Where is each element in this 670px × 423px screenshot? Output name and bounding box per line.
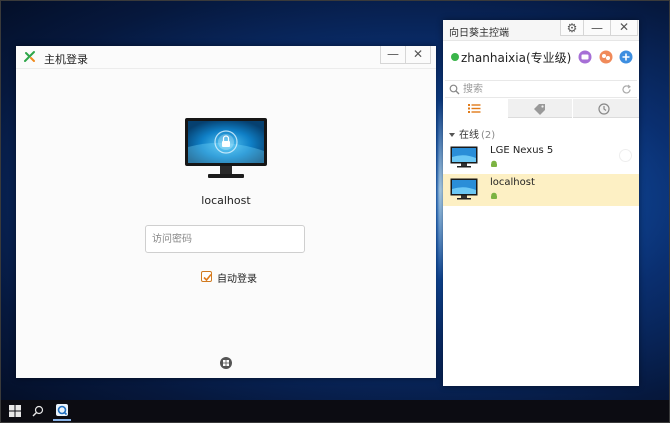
taskbar	[0, 400, 670, 423]
device-row-localhost[interactable]: localhost	[443, 174, 639, 206]
refresh-icon[interactable]	[621, 84, 632, 95]
windows-start-icon[interactable]	[9, 405, 21, 417]
tab-history[interactable]	[573, 99, 639, 118]
device-name: LGE Nexus 5	[490, 145, 554, 156]
settings-gear-button[interactable]: ⚙	[560, 20, 584, 36]
panel-tabs	[443, 99, 639, 119]
message-icon[interactable]	[578, 50, 592, 64]
monitor-lock-icon	[185, 118, 267, 178]
auto-login-checkbox[interactable]	[201, 271, 212, 282]
search-icon	[449, 84, 460, 95]
list-icon	[468, 104, 481, 113]
panel-title: 向日葵主控端	[449, 28, 509, 39]
tab-tags[interactable]	[508, 99, 572, 118]
panel-titlebar[interactable]: 向日葵主控端 ⚙ — ✕	[443, 20, 639, 41]
tab-device-list[interactable]	[443, 99, 507, 118]
sunlogin-logo-icon	[23, 50, 37, 64]
device-search-input[interactable]	[463, 82, 613, 96]
checkmark-icon	[203, 273, 212, 282]
panel-minimize-button[interactable]: —	[583, 20, 611, 36]
remote-assist-icon[interactable]	[599, 50, 613, 64]
add-device-icon[interactable]	[619, 50, 633, 64]
taskbar-sunlogin-app[interactable]	[53, 401, 71, 421]
device-search-bar	[445, 80, 637, 98]
sunlogin-taskbar-icon	[56, 404, 68, 416]
host-login-window: 主机登录 — ✕ localhost 自动登录	[16, 46, 436, 378]
login-titlebar[interactable]: 主机登录 — ✕	[16, 46, 436, 69]
user-account-row: zhanhaixia(专业级)	[443, 46, 639, 68]
clock-icon	[598, 103, 610, 115]
auto-login-label: 自动登录	[217, 274, 257, 285]
windows-os-icon	[220, 357, 232, 369]
login-minimize-button[interactable]: —	[380, 46, 406, 64]
panel-close-button[interactable]: ✕	[610, 20, 638, 36]
taskbar-search-icon[interactable]	[32, 405, 44, 417]
device-status-ring	[619, 149, 632, 162]
android-os-icon	[491, 192, 497, 199]
group-label: 在线	[459, 130, 479, 141]
online-group-header[interactable]: 在线 (2)	[449, 126, 495, 141]
device-row-nexus5[interactable]: LGE Nexus 5	[443, 142, 639, 174]
tag-icon	[534, 104, 545, 115]
device-name: localhost	[490, 177, 535, 188]
target-hostname: localhost	[201, 194, 251, 207]
login-window-title: 主机登录	[44, 53, 88, 66]
sunlogin-control-panel: 向日葵主控端 ⚙ — ✕ zhanhaixia(专业级) 搜索 在线 (2) L…	[443, 20, 639, 386]
collapse-arrow-icon	[449, 133, 455, 137]
access-password-input[interactable]	[145, 225, 305, 253]
device-monitor-icon	[450, 146, 478, 168]
username-label[interactable]: zhanhaixia(专业级)	[461, 49, 571, 66]
group-count: (2)	[481, 130, 496, 141]
android-os-icon	[491, 160, 497, 167]
login-close-button[interactable]: ✕	[405, 46, 431, 64]
online-status-icon	[451, 53, 459, 61]
device-monitor-icon	[450, 178, 478, 200]
